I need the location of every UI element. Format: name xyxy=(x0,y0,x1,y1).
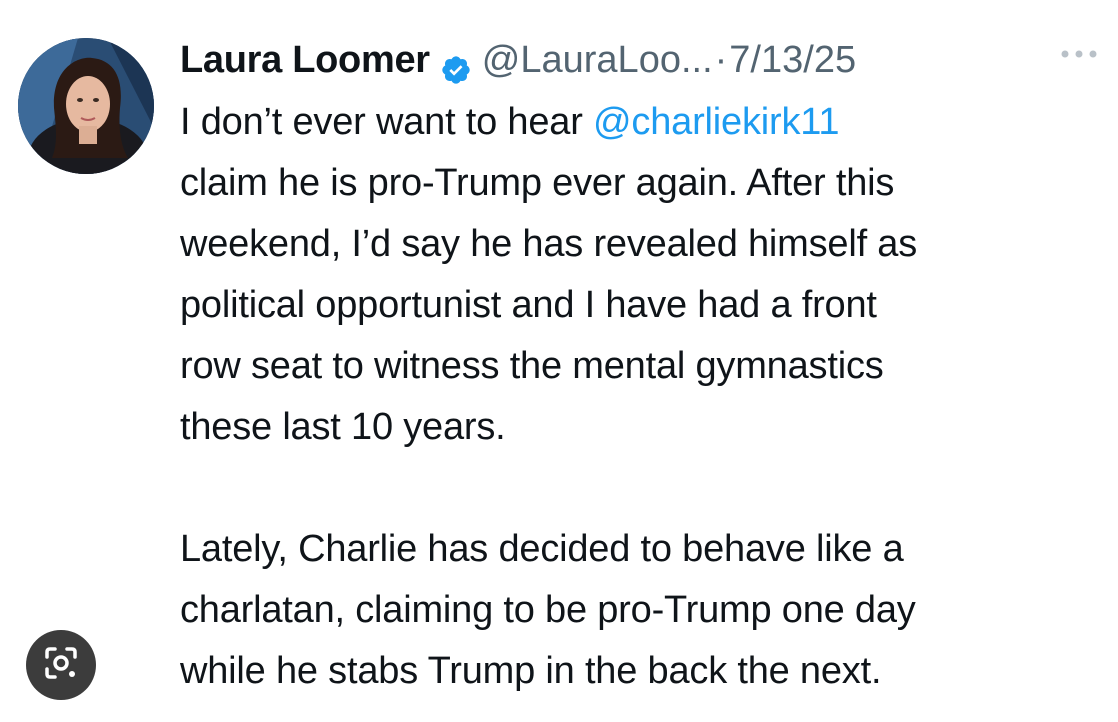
ellipsis-icon[interactable] xyxy=(1058,44,1100,64)
avatar[interactable] xyxy=(18,38,154,174)
tweet-card: Laura Loomer @LauraLoo... · 7/13/25 I do… xyxy=(0,0,1118,722)
tweet-line: Lately, Charlie has decided to behave li… xyxy=(180,528,904,570)
mention-link[interactable]: @charliekirk11 xyxy=(593,101,839,143)
tweet-line: while he stabs Trump in the back the nex… xyxy=(180,650,882,692)
avatar-photo xyxy=(18,38,154,174)
tweet-line: political opportunist and I have had a f… xyxy=(180,284,877,326)
tweet-text: I don’t ever want to hear @charliekirk11… xyxy=(180,92,1110,702)
tweet-header: Laura Loomer @LauraLoo... · 7/13/25 xyxy=(180,30,856,90)
display-name[interactable]: Laura Loomer xyxy=(180,30,430,90)
image-search-lens-icon xyxy=(41,643,81,688)
tweet-line: charlatan, claiming to be pro-Trump one … xyxy=(180,589,916,631)
tweet-date[interactable]: 7/13/25 xyxy=(729,30,856,90)
separator-dot: · xyxy=(714,39,728,81)
tweet-line: these last 10 years. xyxy=(180,406,506,448)
author-handle[interactable]: @LauraLoo... xyxy=(482,30,713,90)
paragraph-break xyxy=(180,458,1110,519)
verified-badge-icon xyxy=(440,44,472,84)
tweet-line: I don’t ever want to hear @charliekirk11 xyxy=(180,92,1110,153)
tweet-line-text: I don’t ever want to hear xyxy=(180,101,594,143)
tweet-line: weekend, I’d say he has revealed himself… xyxy=(180,223,918,265)
image-search-lens-button[interactable] xyxy=(26,630,96,700)
tweet-line: row seat to witness the mental gymnastic… xyxy=(180,345,884,387)
tweet-line: claim he is pro-Trump ever again. After … xyxy=(180,162,895,204)
